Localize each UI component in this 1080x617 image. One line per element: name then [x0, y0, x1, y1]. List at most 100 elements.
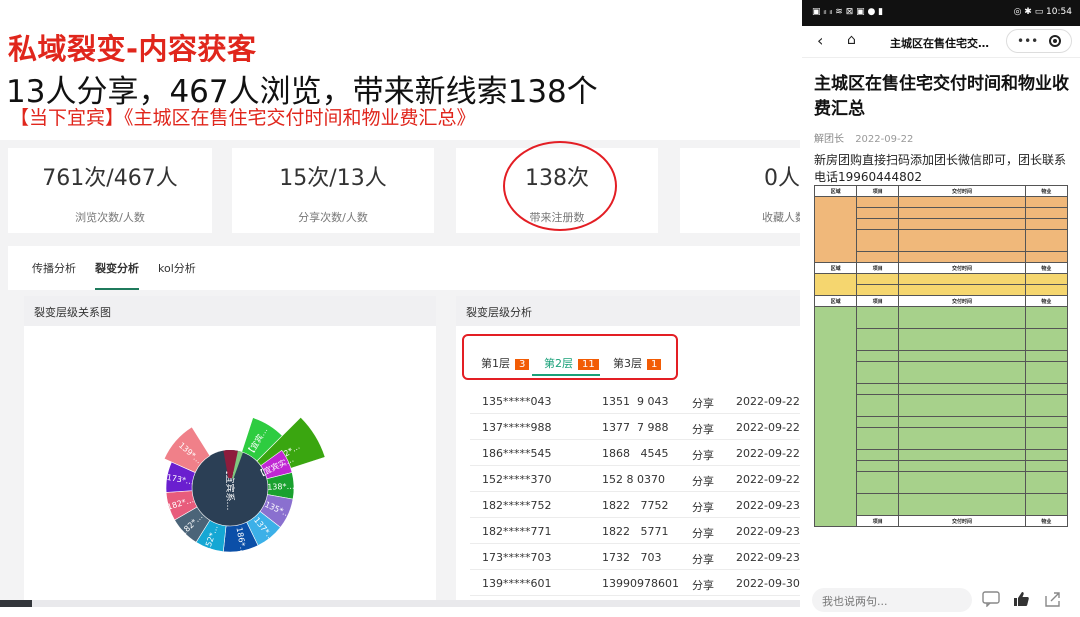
table-cell — [1024, 361, 1069, 384]
table-cell — [856, 229, 900, 252]
phone-cell: 1822 5771 — [602, 525, 669, 538]
table-cell — [856, 306, 900, 329]
fission-user-table: 135*****043 1351 9 043 分享 2022-09-22 1 137**… — [470, 388, 810, 596]
table-cell — [1024, 493, 1069, 516]
table-row[interactable]: 135*****043 1351 9 043 分享 2022-09-22 1 — [470, 388, 810, 414]
page-title: 私域裂变-内容获客 — [8, 32, 257, 66]
table-cell — [1024, 229, 1069, 252]
action-cell: 分享 — [692, 501, 714, 514]
table-cell — [856, 218, 900, 230]
table-header: 项目 — [856, 262, 900, 274]
article-author[interactable]: 解团长 — [814, 134, 844, 145]
action-cell: 分享 — [692, 397, 714, 410]
action-cell: 分享 — [692, 553, 714, 566]
tab-spread-analysis[interactable]: 传播分析 — [32, 260, 76, 276]
tab-fission-analysis[interactable]: 裂变分析 — [95, 260, 139, 290]
time-cell: 2022-09-22 2 — [736, 473, 811, 486]
table-cell — [898, 207, 1026, 219]
comment-icon[interactable] — [982, 591, 1000, 607]
action-cell: 分享 — [692, 449, 714, 462]
table-header: 物业 — [1024, 262, 1069, 274]
table-header: 项目 — [856, 185, 900, 197]
table-cell — [898, 383, 1026, 395]
user-cell: 182*****771 — [482, 525, 552, 538]
table-header: 物业 — [1024, 515, 1069, 527]
table-cell — [1024, 207, 1069, 219]
article-intro: 新房团购直接扫码添加团长微信即可，团长联系电话19960444802 — [814, 153, 1067, 184]
phone-screenshot: ▣ ᵢₗ ᵢₗ ≋ ⊠ ▣ ● ▮ ◎ ✱ ▭ 10:54 ‹ ⌂ 主城区在售住… — [802, 0, 1080, 617]
table-cell — [856, 449, 900, 461]
stat-label: 收藏人数 — [762, 211, 800, 224]
action-cell: 分享 — [692, 423, 714, 436]
time-cell: 2022-09-22 1 — [736, 447, 811, 460]
home-icon[interactable]: ⌂ — [847, 32, 856, 48]
table-row[interactable]: 139*****601 13990978601 分享 2022-09-30 2 — [470, 570, 810, 596]
table-cell — [898, 251, 1026, 263]
table-cell — [1024, 383, 1069, 395]
layer-count-badge: 1 — [647, 359, 662, 370]
stat-card-favorites: 0人 收藏人数 — [680, 148, 800, 233]
table-cell — [1024, 306, 1069, 329]
table-cell — [856, 273, 900, 285]
table-cell — [898, 273, 1026, 285]
table-cell — [856, 207, 900, 219]
table-cell — [1024, 284, 1069, 296]
user-cell: 182*****752 — [482, 499, 552, 512]
layer-count-badge: 3 — [515, 359, 530, 370]
back-icon[interactable]: ‹ — [817, 31, 823, 50]
table-cell — [856, 493, 900, 516]
time-cell: 2022-09-23 1 — [736, 499, 811, 512]
layer-tab-3[interactable]: 第3层 1 — [613, 355, 662, 371]
table-row[interactable]: 137*****988 1377 7 988 分享 2022-09-22 1 — [470, 414, 810, 440]
highlight-circle — [503, 141, 617, 231]
time-cell: 2022-09-23 1 — [736, 551, 811, 564]
table-cell — [1024, 251, 1069, 263]
status-time: ◎ ✱ ▭ 10:54 — [1013, 7, 1072, 17]
table-row[interactable]: 152*****370 152 8 0370 分享 2022-09-22 2 — [470, 466, 810, 492]
share-icon[interactable] — [1044, 591, 1062, 607]
table-row[interactable]: 182*****752 1822 7752 分享 2022-09-23 1 — [470, 492, 810, 518]
horizontal-scrollbar[interactable] — [0, 600, 800, 617]
scrollbar-thumb[interactable] — [0, 600, 32, 607]
table-cell — [898, 350, 1026, 362]
table-cell — [898, 284, 1026, 296]
comment-input[interactable]: 我也说两句... — [812, 588, 972, 612]
table-cell — [813, 273, 858, 296]
article-date: 2022-09-22 — [855, 134, 914, 145]
table-cell — [856, 416, 900, 428]
comment-bar: 我也说两句... — [802, 582, 1080, 617]
like-icon[interactable] — [1012, 591, 1030, 607]
tab-kol-analysis[interactable]: kol分析 — [158, 260, 196, 276]
layer-label: 第2层 — [544, 357, 573, 370]
table-cell — [898, 427, 1026, 450]
table-row[interactable]: 186*****545 1868 4545 分享 2022-09-22 1 — [470, 440, 810, 466]
table-cell — [1024, 273, 1069, 285]
panel-title: 裂变层级分析 — [456, 296, 800, 326]
table-cell — [856, 383, 900, 395]
table-cell — [813, 306, 858, 527]
table-cell — [856, 284, 900, 296]
table-cell — [1024, 427, 1069, 450]
table-cell — [898, 493, 1026, 516]
phone-cell: 1732 703 — [602, 551, 662, 564]
more-icon[interactable]: ••• — [1017, 34, 1038, 48]
table-cell — [898, 361, 1026, 384]
close-circle-icon[interactable] — [1049, 35, 1061, 47]
layer-tab-1[interactable]: 第1层 3 — [481, 355, 530, 371]
miniapp-capsule: ••• — [1006, 29, 1072, 53]
table-header: 项目 — [856, 515, 900, 527]
table-cell — [898, 328, 1026, 351]
table-cell — [856, 394, 900, 417]
table-cell — [856, 350, 900, 362]
table-cell — [856, 471, 900, 494]
phone-cell: 1868 4545 — [602, 447, 669, 460]
table-row[interactable]: 182*****771 1822 5771 分享 2022-09-23 1 — [470, 518, 810, 544]
article-title: 主城区在售住宅交付时间和物业收费汇总 — [814, 74, 1069, 119]
table-row[interactable]: 173*****703 1732 703 分享 2022-09-23 1 — [470, 544, 810, 570]
table-cell — [1024, 350, 1069, 362]
article-meta: 解团长 2022-09-22 — [814, 130, 913, 145]
table-cell — [898, 229, 1026, 252]
table-cell — [1024, 328, 1069, 351]
table-cell — [856, 427, 900, 450]
layer-tab-2[interactable]: 第2层 11 — [544, 355, 599, 371]
